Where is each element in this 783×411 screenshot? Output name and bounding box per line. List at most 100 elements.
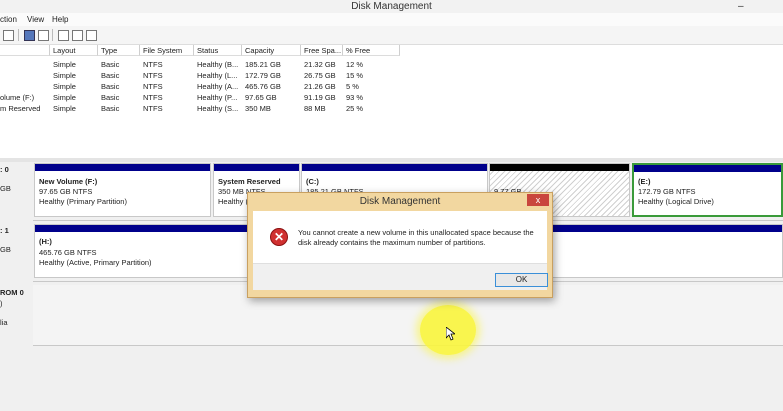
- properties-icon[interactable]: [58, 30, 69, 41]
- partition-bar: [634, 165, 781, 172]
- disk-1-size: GB: [0, 245, 11, 254]
- partition-name: (C:): [306, 177, 319, 186]
- console-icon[interactable]: [38, 30, 49, 41]
- partition-status: Healthy (Logical Drive): [638, 197, 714, 206]
- partition-name: New Volume (F:): [39, 177, 98, 186]
- cell-free-space: 21.26 GB: [304, 82, 336, 91]
- cdrom-header[interactable]: ROM 0 ) lia: [0, 285, 33, 345]
- partition-size: 465.76 GB NTFS: [39, 248, 97, 257]
- window-title: Disk Management: [351, 1, 432, 12]
- toolbar-separator: [18, 29, 19, 41]
- back-icon[interactable]: [3, 30, 14, 41]
- minimize-button[interactable]: –: [738, 1, 744, 12]
- partition-bar: [214, 164, 299, 171]
- disk-0-size: GB: [0, 184, 11, 193]
- menu-view[interactable]: View: [27, 15, 44, 24]
- cell-layout: Simple: [53, 82, 76, 91]
- cell-percent-free: 12 %: [346, 60, 364, 69]
- cell-status: Healthy (A...: [197, 82, 239, 91]
- dialog-title: Disk Management: [359, 196, 441, 207]
- partition-name: System Reserved: [218, 177, 281, 186]
- partition-status: Healthy (Active, Primary Partition): [39, 258, 152, 267]
- cell-type: Basic: [101, 82, 120, 91]
- cell-percent-free: 15 %: [346, 71, 364, 80]
- dialog-message: You cannot create a new volume in this u…: [298, 228, 534, 247]
- disk-1-header[interactable]: : 1 GB: [0, 223, 33, 281]
- cdrom-type: ): [0, 299, 3, 308]
- cell-type: Basic: [101, 93, 120, 102]
- menu-help[interactable]: Help: [52, 15, 68, 24]
- partition-size: 97.65 GB NTFS: [39, 187, 93, 196]
- cell-status: Healthy (S...: [197, 104, 239, 113]
- error-dialog: Disk Management x ✕ You cannot create a …: [247, 192, 553, 298]
- mouse-pointer-icon: [446, 327, 455, 341]
- cell-volume: olume (F:): [0, 93, 35, 102]
- error-icon: ✕: [270, 228, 288, 246]
- partition-status: Healthy (Primary Partition): [39, 197, 127, 206]
- partition-name: (E:): [638, 177, 651, 186]
- partition-e[interactable]: (E:) 172.79 GB NTFS Healthy (Logical Dri…: [632, 163, 783, 217]
- partition-bar: [490, 164, 629, 171]
- cell-layout: Simple: [53, 71, 76, 80]
- cell-file-system: NTFS: [143, 93, 163, 102]
- cell-capacity: 185.21 GB: [245, 60, 281, 69]
- partition-f[interactable]: New Volume (F:) 97.65 GB NTFS Healthy (P…: [34, 163, 211, 217]
- cdrom-label: ROM 0: [0, 288, 24, 297]
- column-volume[interactable]: [0, 45, 50, 56]
- partition-size: 172.79 GB NTFS: [638, 187, 696, 196]
- column-percent-free[interactable]: % Free: [343, 45, 400, 56]
- cell-file-system: NTFS: [143, 71, 163, 80]
- cell-file-system: NTFS: [143, 104, 163, 113]
- close-button[interactable]: x: [527, 194, 549, 206]
- column-layout[interactable]: Layout: [50, 45, 98, 56]
- cell-percent-free: 93 %: [346, 93, 364, 102]
- title-bar: Disk Management –: [0, 0, 783, 13]
- rescan-icon[interactable]: [72, 30, 83, 41]
- cell-layout: Simple: [53, 104, 76, 113]
- cursor-highlight: [420, 305, 476, 355]
- column-status[interactable]: Status: [194, 45, 242, 56]
- ok-button[interactable]: OK: [495, 273, 548, 287]
- cell-free-space: 88 MB: [304, 104, 326, 113]
- menu-action[interactable]: ction: [0, 15, 17, 24]
- cell-layout: Simple: [53, 60, 76, 69]
- disk-1-label: : 1: [0, 226, 9, 235]
- cell-status: Healthy (B...: [197, 60, 239, 69]
- cell-status: Healthy (P...: [197, 93, 238, 102]
- help-icon[interactable]: [24, 30, 35, 41]
- toolbar: [0, 26, 783, 45]
- settings-icon[interactable]: [86, 30, 97, 41]
- toolbar-separator: [52, 29, 53, 41]
- cell-type: Basic: [101, 71, 120, 80]
- cell-volume: m Reserved: [0, 104, 41, 113]
- cdrom-media: lia: [0, 318, 8, 327]
- cell-capacity: 465.76 GB: [245, 82, 281, 91]
- cell-free-space: 91.19 GB: [304, 93, 336, 102]
- cell-free-space: 26.75 GB: [304, 71, 336, 80]
- disk-0-label: : 0: [0, 165, 9, 174]
- cell-free-space: 21.32 GB: [304, 60, 336, 69]
- partition-bar: [35, 164, 210, 171]
- dialog-content: ✕ You cannot create a new volume in this…: [253, 211, 547, 263]
- cell-type: Basic: [101, 60, 120, 69]
- volume-list: Layout Type File System Status Capacity …: [0, 45, 783, 158]
- column-type[interactable]: Type: [98, 45, 140, 56]
- cell-status: Healthy (L...: [197, 71, 238, 80]
- cell-percent-free: 5 %: [346, 82, 359, 91]
- partition-bar: [302, 164, 487, 171]
- cell-layout: Simple: [53, 93, 76, 102]
- cell-file-system: NTFS: [143, 60, 163, 69]
- column-free-space[interactable]: Free Spa...: [301, 45, 343, 56]
- partition-name: (H:): [39, 237, 52, 246]
- cell-capacity: 172.79 GB: [245, 71, 281, 80]
- cell-capacity: 97.65 GB: [245, 93, 277, 102]
- cell-type: Basic: [101, 104, 120, 113]
- menu-bar: ction View Help: [0, 13, 783, 26]
- cell-percent-free: 25 %: [346, 104, 364, 113]
- column-file-system[interactable]: File System: [140, 45, 194, 56]
- cell-file-system: NTFS: [143, 82, 163, 91]
- disk-0-header[interactable]: : 0 GB: [0, 162, 33, 220]
- dialog-footer: OK: [253, 263, 548, 290]
- cell-capacity: 350 MB: [245, 104, 271, 113]
- column-capacity[interactable]: Capacity: [242, 45, 301, 56]
